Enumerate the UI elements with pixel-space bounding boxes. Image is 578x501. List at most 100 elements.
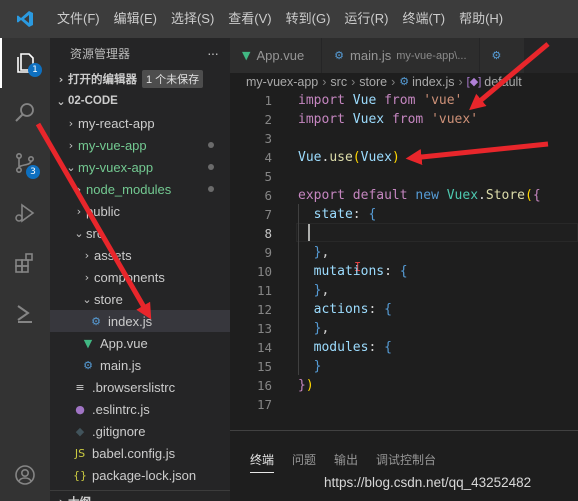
code-token: . — [478, 188, 486, 203]
code-token: Vue — [298, 150, 322, 165]
explorer-icon[interactable]: 1 — [0, 38, 50, 88]
menu-item[interactable]: 编辑(E) — [107, 0, 164, 38]
workspace-section[interactable]: ⌄ 02-CODE — [50, 90, 230, 112]
run-debug-icon[interactable] — [0, 188, 50, 238]
code-line: modules: { — [298, 338, 392, 357]
tree-item-label: src — [86, 225, 104, 241]
file-icon: JS — [74, 446, 86, 460]
text-cursor — [308, 224, 310, 241]
code-token: Vuex — [446, 188, 479, 203]
tree-item[interactable]: ⚙ index.js — [50, 310, 230, 332]
breadcrumb-item[interactable]: my-vuex-app — [246, 75, 318, 89]
line-number: 9 — [264, 245, 272, 260]
code-line: import Vuex from 'vuex' — [298, 110, 478, 129]
menu-item[interactable]: 选择(S) — [164, 0, 221, 38]
tree-item[interactable]: › my-vue-app — [50, 134, 230, 156]
chevron-right-icon: › — [58, 72, 64, 86]
tree-item[interactable]: ⌄ store — [50, 288, 230, 310]
breadcrumb-item[interactable]: default — [484, 75, 522, 89]
tree-item[interactable]: › public — [50, 200, 230, 222]
tree-item[interactable]: ⌄ src — [50, 222, 230, 244]
symbol-icon: [◆] — [466, 76, 482, 88]
unsaved-badge: 1 个未保存 — [142, 70, 204, 88]
tab-debug-console[interactable]: 调试控制台 — [376, 451, 436, 468]
tab-label: main.js — [350, 48, 392, 63]
menu-item[interactable]: 文件(F) — [50, 0, 107, 38]
tree-item[interactable]: › node_modules — [50, 178, 230, 200]
source-control-icon[interactable]: 3 — [0, 138, 50, 188]
tab-problems[interactable]: 问题 — [292, 451, 316, 468]
tree-item-label: my-react-app — [78, 115, 155, 131]
tree-item[interactable]: ◆ .gitignore — [50, 420, 230, 442]
file-icon: ⚙ — [91, 314, 101, 328]
menu-item[interactable]: 查看(V) — [221, 0, 278, 38]
tree-item-label: my-vuex-app — [78, 159, 154, 175]
menu-item[interactable]: 终端(T) — [395, 0, 452, 38]
code-editor[interactable]: I 1 2 3 4 5 6 7 8 9 10 11 12 13 14 15 16 17 import Vue fr… — [230, 90, 578, 430]
outline-section[interactable]: › 大纲 — [50, 490, 230, 501]
tab-terminal[interactable]: 终端 — [250, 451, 275, 473]
code-token: ( — [352, 150, 361, 165]
tree-item[interactable]: › components — [50, 266, 230, 288]
remote-explorer-icon[interactable] — [0, 288, 50, 338]
account-icon[interactable] — [0, 450, 50, 500]
code-token: Vuex — [352, 112, 385, 127]
code-token: Store — [485, 188, 526, 203]
breadcrumb-item[interactable]: index.js — [412, 75, 454, 89]
line-number: 10 — [256, 264, 272, 279]
code-line: state: { — [298, 205, 377, 224]
explorer-sidebar: 资源管理器 ··· › 打开的编辑器 1 个未保存 ⌄ 02-CODE › my-… — [50, 38, 230, 501]
code-token: : — [352, 207, 369, 222]
tree-item[interactable]: ● .eslintrc.js — [50, 398, 230, 420]
bottom-panel: 终端 问题 输出 调试控制台 https://blog.csdn.net/qq_… — [230, 430, 578, 501]
line-number: 12 — [256, 302, 272, 317]
code-token: default — [352, 188, 408, 203]
line-number: 3 — [264, 131, 272, 146]
extensions-icon[interactable] — [0, 238, 50, 288]
tree-item[interactable]: ⌄ my-vuex-app — [50, 156, 230, 178]
code-token: } — [298, 378, 306, 393]
menu-item[interactable]: 帮助(H) — [452, 0, 510, 38]
tab-output[interactable]: 输出 — [334, 451, 358, 468]
menu-item[interactable]: 转到(G) — [279, 0, 338, 38]
tree-item[interactable]: › assets — [50, 244, 230, 266]
menu-item[interactable]: 运行(R) — [337, 0, 395, 38]
code-token: Vue — [352, 93, 377, 108]
editor-tab[interactable]: ⚙ main.js my-vue-app\... — [322, 38, 480, 73]
editor-tab[interactable]: ⚙ — [479, 38, 526, 73]
tree-item[interactable]: ▼ App.vue — [50, 332, 230, 354]
code-line: } — [298, 357, 322, 376]
open-editors-section[interactable]: › 打开的编辑器 1 个未保存 — [50, 68, 230, 90]
tree-item[interactable]: JS babel.config.js — [50, 442, 230, 464]
code-line: actions: { — [298, 300, 392, 319]
file-icon: ◆ — [75, 424, 85, 438]
chevron-down-icon: ⌄ — [66, 160, 76, 174]
chevron-right-icon: › — [76, 182, 82, 196]
file-icon: ⚙ — [334, 49, 345, 62]
more-actions-icon[interactable]: ··· — [207, 45, 219, 61]
chevron-right-icon: › — [322, 74, 327, 89]
code-token: } — [313, 359, 322, 374]
tree-item[interactable]: ≡ .browserslistrc — [50, 376, 230, 398]
line-number: 6 — [264, 188, 272, 203]
tree-item-label: .gitignore — [92, 423, 146, 439]
breadcrumb-item[interactable]: store — [359, 75, 387, 89]
code-token: { — [384, 302, 392, 317]
tree-item[interactable]: {} package-lock.json — [50, 464, 230, 486]
scm-badge: 3 — [26, 165, 40, 179]
search-icon[interactable] — [0, 88, 50, 138]
vscode-logo-icon — [0, 0, 50, 38]
code-token: : — [368, 340, 385, 355]
line-number: 16 — [256, 378, 272, 393]
editor-tab[interactable]: ▼ App.vue — [230, 38, 323, 73]
tree-item[interactable]: › my-react-app — [50, 112, 230, 134]
breadcrumb-item[interactable]: src — [330, 75, 347, 89]
tree-item[interactable]: ⚙ main.js — [50, 354, 230, 376]
code-line: }, — [298, 319, 330, 338]
